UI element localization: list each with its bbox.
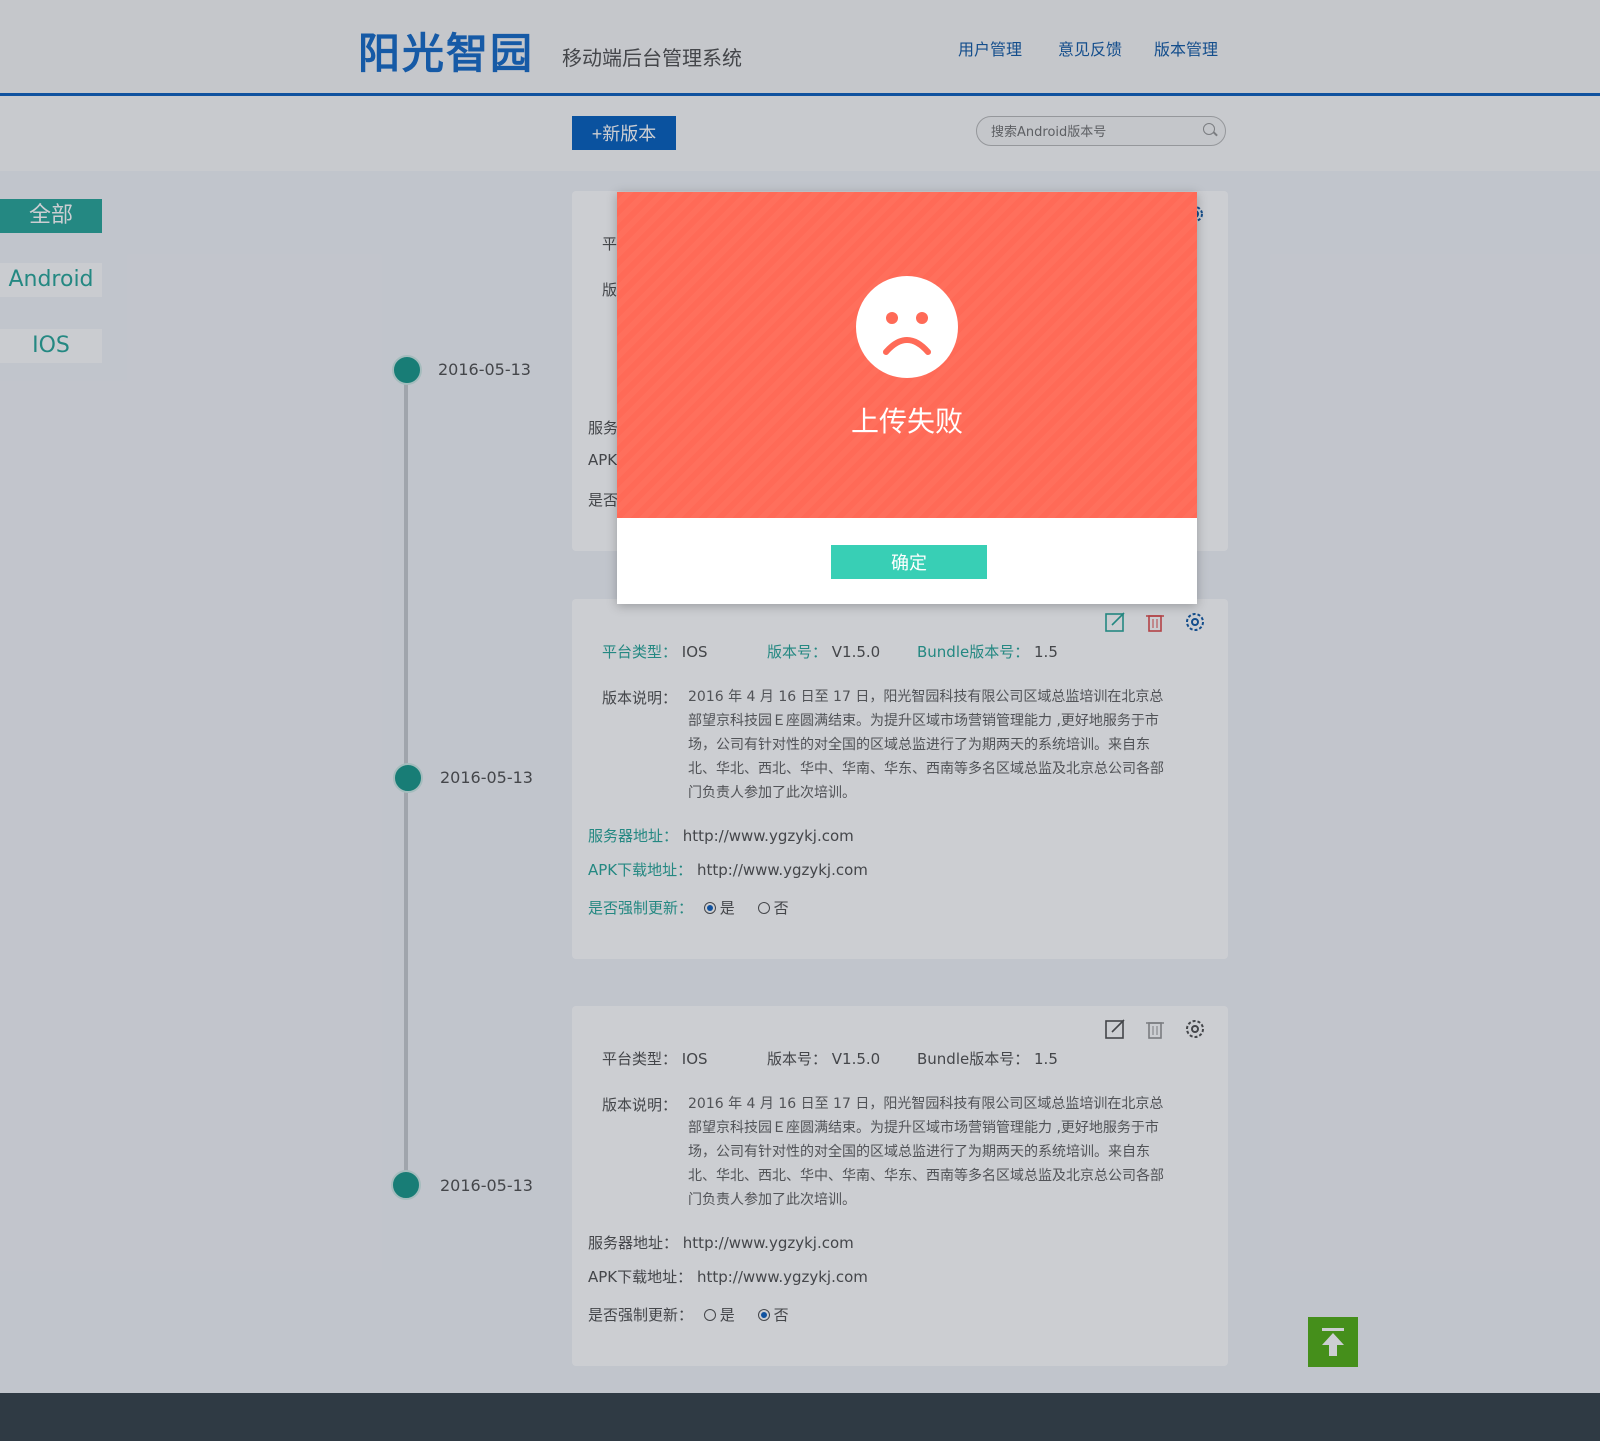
confirm-button[interactable]: 确定 [831, 545, 987, 579]
dialog-title: 上传失败 [850, 405, 963, 438]
page-footer [0, 1393, 1600, 1441]
sad-face-icon [856, 276, 958, 378]
dialog-banner: 上传失败 [617, 192, 1197, 518]
upload-failed-dialog: 上传失败 确定 [617, 192, 1197, 604]
